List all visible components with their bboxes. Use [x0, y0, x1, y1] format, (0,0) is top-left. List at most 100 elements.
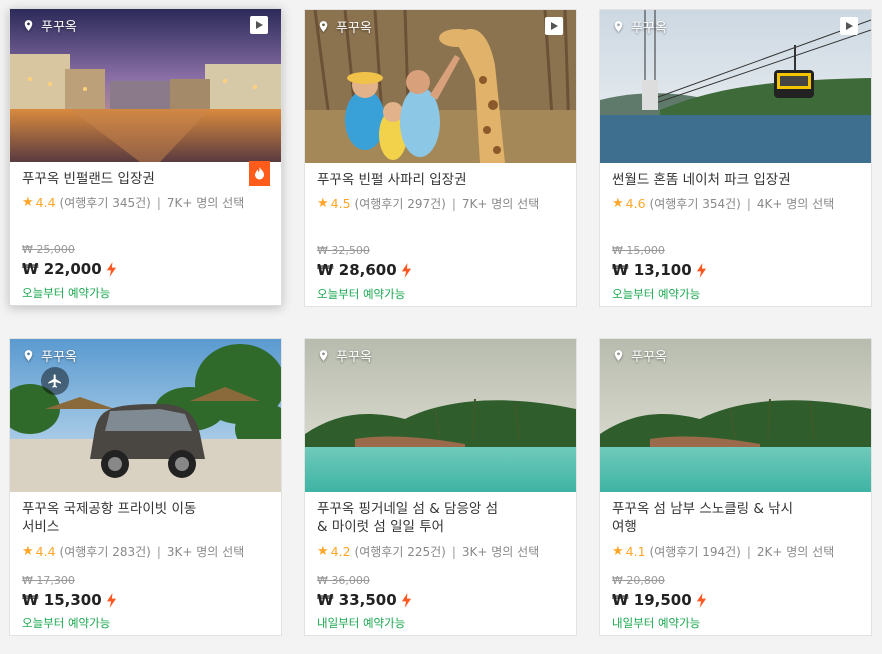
- product-card[interactable]: 푸꾸옥 썬월드 혼똠 네이처 파크 입장권 ★ 4.6 (여행후기 354건) …: [599, 9, 872, 307]
- product-card[interactable]: 푸꾸옥 푸꾸옥 섬 남부 스노클링 & 낚시 여행 ★ 4.1 (여행후기 19…: [599, 338, 872, 636]
- sale-price: ₩ 28,600: [317, 261, 397, 279]
- original-price: ₩ 32,500: [317, 244, 370, 257]
- location-label: 푸꾸옥: [22, 346, 77, 365]
- divider: |: [156, 195, 161, 210]
- original-price: ₩ 17,300: [22, 574, 75, 587]
- lightning-icon: [696, 263, 707, 278]
- divider: |: [451, 196, 456, 211]
- product-title[interactable]: 푸꾸옥 핑거네일 섬 & 담응앙 섬 & 마이럿 섬 일일 투어: [317, 500, 536, 536]
- star-icon: ★: [612, 196, 624, 211]
- video-play-icon[interactable]: [250, 16, 268, 34]
- original-price: ₩ 20,800: [612, 574, 665, 587]
- sale-price: ₩ 15,300: [22, 591, 102, 609]
- availability-text: 오늘부터 예약가능: [22, 616, 111, 630]
- sale-price: ₩ 13,100: [612, 261, 692, 279]
- product-card[interactable]: 푸꾸옥 푸꾸옥 빈펄 사파리 입장권 ★ 4.5 (여행후기 297건) | 7…: [304, 9, 577, 307]
- price-row: ₩ 13,100: [612, 261, 707, 279]
- product-image[interactable]: 푸꾸옥: [10, 9, 281, 162]
- location-label: 푸꾸옥: [612, 346, 667, 365]
- airplane-icon: [41, 367, 69, 395]
- video-play-icon[interactable]: [545, 17, 563, 35]
- review-count: (여행후기 345건): [59, 196, 151, 210]
- lightning-icon: [106, 262, 117, 277]
- price-row: ₩ 15,300: [22, 591, 117, 609]
- video-play-icon[interactable]: [840, 17, 858, 35]
- product-title[interactable]: 푸꾸옥 빈펄 사파리 입장권: [317, 171, 536, 189]
- review-count: (여행후기 354건): [649, 197, 741, 211]
- location-pin-icon: [22, 348, 35, 363]
- price-row: ₩ 28,600: [317, 261, 412, 279]
- rating-score: 4.2: [330, 544, 351, 559]
- divider: |: [156, 544, 161, 559]
- product-card[interactable]: 푸꾸옥 푸꾸옥 국제공항 프라이빗 이동 서비스 ★ 4.4 (여행후기 283…: [9, 338, 282, 636]
- star-icon: ★: [22, 195, 34, 210]
- price-row: ₩ 22,000: [22, 260, 117, 278]
- lightning-icon: [106, 593, 117, 608]
- booking-count: 3K+ 명의 선택: [166, 545, 245, 559]
- location-label: 푸꾸옥: [317, 17, 372, 36]
- product-card[interactable]: 푸꾸옥 푸꾸옥 빈펄랜드 입장권 ★ 4.4 (여행후기 345건) | 7K+…: [9, 8, 282, 306]
- sale-price: ₩ 33,500: [317, 591, 397, 609]
- location-pin-icon: [612, 19, 625, 34]
- booking-count: 4K+ 명의 선택: [756, 197, 835, 211]
- availability-text: 오늘부터 예약가능: [612, 287, 701, 301]
- star-icon: ★: [612, 544, 624, 559]
- product-image[interactable]: 푸꾸옥: [10, 339, 281, 492]
- availability-text: 오늘부터 예약가능: [317, 287, 406, 301]
- price-row: ₩ 19,500: [612, 591, 707, 609]
- product-card[interactable]: 푸꾸옥 푸꾸옥 핑거네일 섬 & 담응앙 섬 & 마이럿 섬 일일 투어 ★ 4…: [304, 338, 577, 636]
- rating-row: ★ 4.6 (여행후기 354건) | 4K+ 명의 선택: [612, 195, 834, 212]
- divider: |: [746, 544, 751, 559]
- booking-count: 7K+ 명의 선택: [166, 196, 245, 210]
- availability-text: 오늘부터 예약가능: [22, 286, 111, 300]
- sale-price: ₩ 19,500: [612, 591, 692, 609]
- rating-score: 4.5: [330, 196, 351, 211]
- rating-score: 4.4: [35, 195, 56, 210]
- product-title[interactable]: 푸꾸옥 빈펄랜드 입장권: [22, 170, 241, 188]
- rating-score: 4.6: [625, 196, 646, 211]
- product-image[interactable]: 푸꾸옥: [600, 339, 871, 492]
- location-label: 푸꾸옥: [22, 16, 77, 35]
- hot-flame-icon: [249, 161, 270, 186]
- location-pin-icon: [317, 348, 330, 363]
- lightning-icon: [401, 593, 412, 608]
- review-count: (여행후기 297건): [354, 197, 446, 211]
- rating-score: 4.4: [35, 544, 56, 559]
- original-price: ₩ 25,000: [22, 243, 75, 256]
- divider: |: [746, 196, 751, 211]
- availability-text: 내일부터 예약가능: [612, 616, 701, 630]
- rating-row: ★ 4.5 (여행후기 297건) | 7K+ 명의 선택: [317, 195, 539, 212]
- booking-count: 2K+ 명의 선택: [756, 545, 835, 559]
- location-label: 푸꾸옥: [612, 17, 667, 36]
- availability-text: 내일부터 예약가능: [317, 616, 406, 630]
- product-title[interactable]: 푸꾸옥 섬 남부 스노클링 & 낚시 여행: [612, 500, 831, 536]
- lightning-icon: [401, 263, 412, 278]
- booking-count: 3K+ 명의 선택: [461, 545, 540, 559]
- review-count: (여행후기 194건): [649, 545, 741, 559]
- star-icon: ★: [317, 196, 329, 211]
- rating-row: ★ 4.2 (여행후기 225건) | 3K+ 명의 선택: [317, 543, 539, 560]
- divider: |: [451, 544, 456, 559]
- price-row: ₩ 33,500: [317, 591, 412, 609]
- rating-score: 4.1: [625, 544, 646, 559]
- location-pin-icon: [317, 19, 330, 34]
- rating-row: ★ 4.4 (여행후기 283건) | 3K+ 명의 선택: [22, 543, 244, 560]
- rating-row: ★ 4.1 (여행후기 194건) | 2K+ 명의 선택: [612, 543, 834, 560]
- original-price: ₩ 36,000: [317, 574, 370, 587]
- product-image[interactable]: 푸꾸옥: [305, 10, 576, 163]
- review-count: (여행후기 283건): [59, 545, 151, 559]
- sale-price: ₩ 22,000: [22, 260, 102, 278]
- original-price: ₩ 15,000: [612, 244, 665, 257]
- product-image[interactable]: 푸꾸옥: [600, 10, 871, 163]
- product-title[interactable]: 푸꾸옥 국제공항 프라이빗 이동 서비스: [22, 500, 241, 536]
- product-image[interactable]: 푸꾸옥: [305, 339, 576, 492]
- booking-count: 7K+ 명의 선택: [461, 197, 540, 211]
- review-count: (여행후기 225건): [354, 545, 446, 559]
- location-label: 푸꾸옥: [317, 346, 372, 365]
- location-pin-icon: [612, 348, 625, 363]
- rating-row: ★ 4.4 (여행후기 345건) | 7K+ 명의 선택: [22, 194, 244, 211]
- location-pin-icon: [22, 18, 35, 33]
- lightning-icon: [696, 593, 707, 608]
- product-title[interactable]: 썬월드 혼똠 네이처 파크 입장권: [612, 171, 831, 189]
- star-icon: ★: [22, 544, 34, 559]
